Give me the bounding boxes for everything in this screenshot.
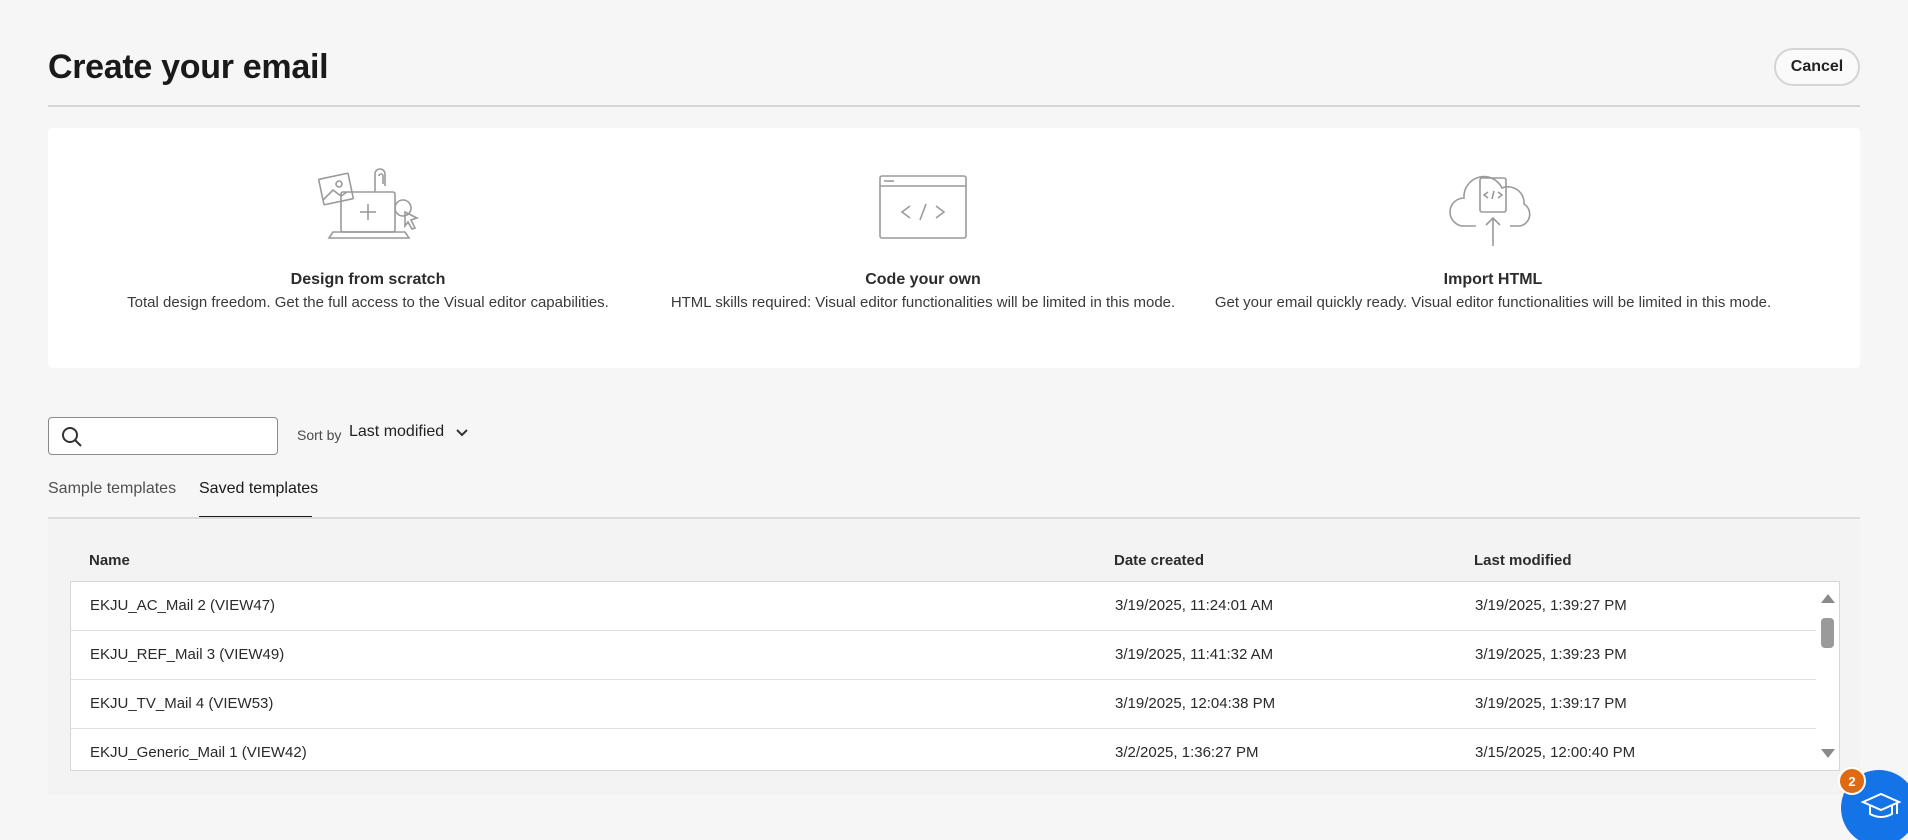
search-icon <box>61 426 83 448</box>
option-import-html[interactable]: Import HTML Get your email quickly ready… <box>1208 128 1778 368</box>
notification-badge: 2 <box>1838 767 1866 795</box>
sort-label: Sort by <box>297 427 342 443</box>
table-row[interactable]: EKJU_TV_Mail 4 (VIEW53) 3/19/2025, 12:04… <box>71 680 1816 729</box>
code-window-icon <box>868 162 978 252</box>
sort-picker[interactable]: Last modified <box>349 423 470 441</box>
cell-last-modified: 3/15/2025, 12:00:40 PM <box>1475 744 1636 761</box>
option-code-your-own[interactable]: Code your own HTML skills required: Visu… <box>648 128 1198 368</box>
cell-date-created: 3/19/2025, 12:04:38 PM <box>1115 695 1276 712</box>
cancel-button[interactable]: Cancel <box>1774 48 1860 86</box>
scroll-down-arrow-icon[interactable] <box>1821 749 1835 758</box>
table-row[interactable]: EKJU_Generic_Mail 1 (VIEW42) 3/2/2025, 1… <box>71 729 1816 770</box>
table-row[interactable]: EKJU_REF_Mail 3 (VIEW49) 3/19/2025, 11:4… <box>71 631 1816 680</box>
table-row[interactable]: EKJU_AC_Mail 2 (VIEW47) 3/19/2025, 11:24… <box>71 582 1816 631</box>
scroll-up-arrow-icon[interactable] <box>1821 594 1835 603</box>
tab-saved-templates[interactable]: Saved templates <box>199 480 318 498</box>
cell-date-created: 3/2/2025, 1:36:27 PM <box>1115 744 1259 761</box>
creation-options-card: Design from scratch Total design freedom… <box>48 128 1860 368</box>
cloud-upload-icon <box>1438 162 1548 252</box>
table-scrollbar[interactable] <box>1815 582 1839 770</box>
option-description: Total design freedom. Get the full acces… <box>127 294 609 311</box>
option-title: Design from scratch <box>290 271 446 288</box>
cell-last-modified: 3/19/2025, 1:39:27 PM <box>1475 597 1627 614</box>
title-divider <box>48 105 1860 107</box>
cell-name: EKJU_Generic_Mail 1 (VIEW42) <box>90 744 307 761</box>
cell-date-created: 3/19/2025, 11:41:32 AM <box>1115 646 1274 663</box>
option-design-from-scratch[interactable]: Design from scratch Total design freedom… <box>108 128 628 368</box>
option-title: Code your own <box>865 271 981 288</box>
tabs-divider <box>48 517 1860 519</box>
search-input[interactable] <box>91 422 271 450</box>
graduation-cap-icon <box>1861 792 1901 818</box>
sort-value: Last modified <box>349 423 445 440</box>
column-header-name[interactable]: Name <box>89 552 130 569</box>
option-description: HTML skills required: Visual editor func… <box>670 294 1176 311</box>
cell-name: EKJU_TV_Mail 4 (VIEW53) <box>90 695 274 712</box>
search-field[interactable] <box>48 417 278 455</box>
option-description: Get your email quickly ready. Visual edi… <box>1214 294 1772 311</box>
templates-table: Name Date created Last modified EKJU_AC_… <box>48 520 1860 795</box>
cell-name: EKJU_AC_Mail 2 (VIEW47) <box>90 597 276 614</box>
table-body: EKJU_AC_Mail 2 (VIEW47) 3/19/2025, 11:24… <box>70 581 1840 771</box>
option-title: Import HTML <box>1443 271 1543 288</box>
design-scratch-icon <box>313 162 423 252</box>
column-header-last-modified[interactable]: Last modified <box>1474 552 1572 569</box>
cell-name: EKJU_REF_Mail 3 (VIEW49) <box>90 646 285 663</box>
column-header-date-created[interactable]: Date created <box>1114 552 1204 569</box>
cell-date-created: 3/19/2025, 11:24:01 AM <box>1115 597 1274 614</box>
cell-last-modified: 3/19/2025, 1:39:23 PM <box>1475 646 1627 663</box>
chevron-down-icon <box>454 424 470 440</box>
template-tabs: Sample templates Saved templates <box>48 478 1860 518</box>
cell-last-modified: 3/19/2025, 1:39:17 PM <box>1475 695 1627 712</box>
tab-sample-templates[interactable]: Sample templates <box>48 480 176 498</box>
scroll-thumb[interactable] <box>1821 618 1834 648</box>
page-title: Create your email <box>48 48 329 86</box>
